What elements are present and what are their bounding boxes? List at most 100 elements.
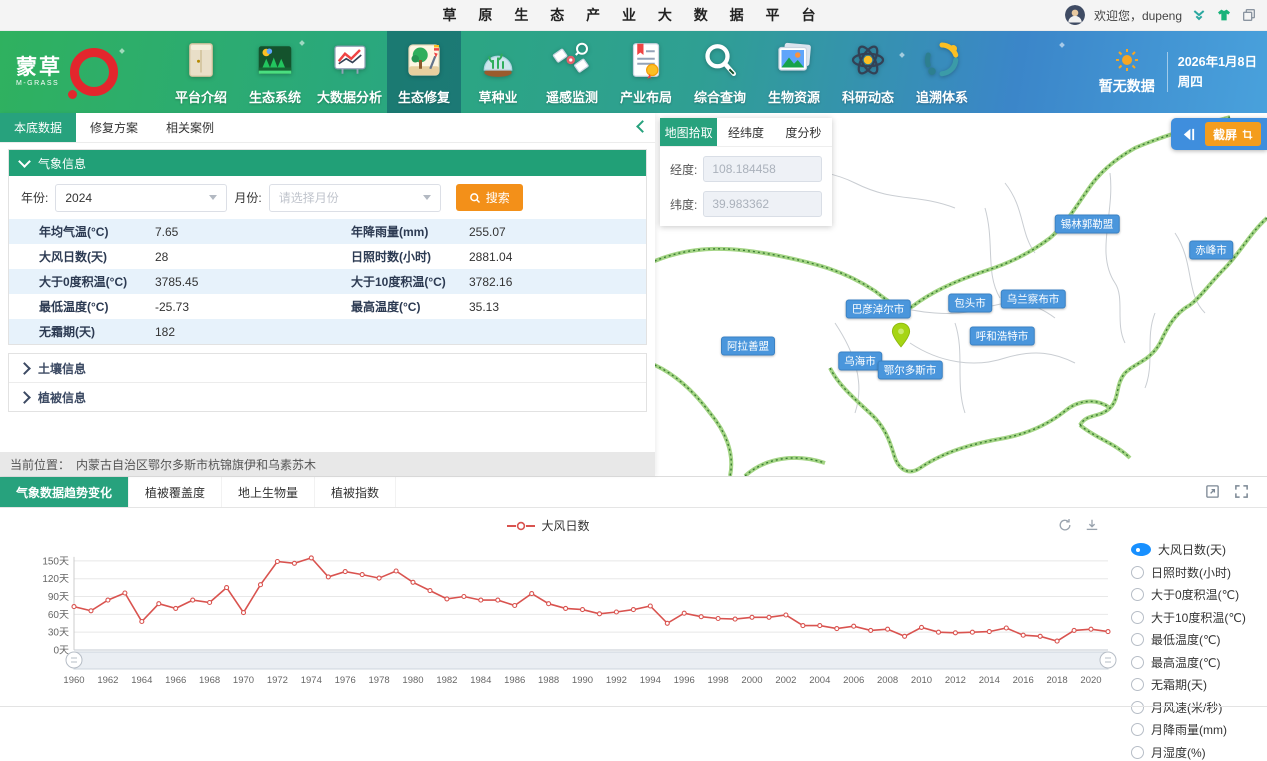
nav-item-10[interactable]: 科研动态 [831,31,905,113]
map-pin-icon[interactable] [891,322,911,348]
chart-tab-4[interactable]: 植被指数 [315,477,396,507]
map-city-label[interactable]: 阿拉善盟 [721,337,775,356]
weather-info-header[interactable]: 气象信息 [9,150,646,176]
svg-text:2014: 2014 [979,675,1000,686]
map-city-label[interactable]: 巴彦淖尔市 [846,300,911,319]
page-title: 草 原 生 态 产 业 大 数 据 平 台 [443,5,825,25]
chart-tab-3[interactable]: 地上生物量 [222,477,315,507]
nav-item-1[interactable]: 平台介绍 [164,31,238,113]
map-city-label[interactable]: 呼和浩特市 [970,327,1035,346]
svg-text:2016: 2016 [1013,675,1034,686]
stat-value: 255.07 [469,225,646,239]
metric-radio-5[interactable]: 最低温度(℃) [1131,631,1263,648]
year-select[interactable]: 2024 [55,184,227,212]
svg-text:2018: 2018 [1047,675,1068,686]
svg-text:1990: 1990 [572,675,593,686]
map-city-label[interactable]: 包头市 [948,294,992,313]
sun-icon [1115,48,1139,72]
open-window-icon[interactable] [1205,484,1220,499]
metric-radio-4[interactable]: 大于10度积温(℃) [1131,609,1263,626]
stat-label: 大风日数(天) [39,248,155,265]
nav-item-label: 生态修复 [398,87,450,106]
window-restore-icon[interactable] [1241,7,1257,23]
month-select[interactable]: 请选择月份 [269,184,441,212]
nav-item-label: 产业布局 [620,87,672,106]
nav-item-8[interactable]: 综合查询 [683,31,757,113]
metric-radio-2[interactable]: 日照时数(小时) [1131,564,1263,581]
map-city-label[interactable]: 锡林郭勒盟 [1055,215,1120,234]
chart-legend[interactable]: 大风日数 [0,517,1097,534]
metric-radio-10[interactable]: 月湿度(%) [1131,744,1263,761]
picker-tab-2[interactable]: 经纬度 [717,118,774,146]
nav-item-label: 生态系统 [249,87,301,106]
metric-radio-7[interactable]: 无霜期(天) [1131,676,1263,693]
vegetation-info-header[interactable]: 植被信息 [9,382,646,411]
nav-item-11[interactable]: 追溯体系 [905,31,979,113]
map-area[interactable]: 锡林郭勒盟赤峰市乌兰察布市包头市呼和浩特市 巴彦淖尔市阿拉善盟乌海市鄂尔多斯市 地… [655,113,1267,476]
stat-row: 最低温度(°C)-25.73最高温度(°C)35.13 [9,294,646,319]
longitude-field[interactable]: 108.184458 [703,156,822,182]
nav-item-3[interactable]: 大数据分析 [312,31,387,113]
nav-item-4[interactable]: 生态修复 [387,31,461,113]
map-city-label[interactable]: 鄂尔多斯市 [878,361,943,380]
trend-line-chart[interactable]: 0天30天60天90天120天150天196019621964196619681… [26,538,1118,710]
top-bar: 草 原 生 态 产 业 大 数 据 平 台 欢迎您，dupeng [0,0,1267,31]
nav-item-7[interactable]: 产业布局 [609,31,683,113]
metric-radio-6[interactable]: 最高温度(℃) [1131,654,1263,671]
nav-item-6[interactable]: 遥感监测 [535,31,609,113]
collapse-left-icon[interactable] [1181,127,1196,142]
nav-item-5[interactable]: 草种业 [461,31,535,113]
soil-info-header[interactable]: 土壤信息 [9,354,646,382]
weather-info-card: 气象信息 年份: 2024 月份: 请选择月份 搜索 年均气温(°C)7.65年 [8,149,647,345]
svg-text:1976: 1976 [335,675,356,686]
picker-tab-1[interactable]: 地图拾取 [660,118,717,146]
picker-tab-3[interactable]: 度分秒 [775,118,832,146]
weekday-text: 周四 [1178,72,1257,92]
logo-sub: M-GRASS [16,80,62,87]
svg-text:2010: 2010 [911,675,932,686]
metric-radio-3[interactable]: 大于0度积温(℃) [1131,586,1263,603]
radio-icon [1131,633,1144,646]
left-panel-tabs: 本底数据修复方案相关案例 [0,113,655,143]
stat-row: 大风日数(天)28日照时数(小时)2881.04 [9,244,646,269]
screenshot-label: 截屏 [1213,126,1237,143]
left-tab-2[interactable]: 修复方案 [76,113,152,142]
stat-label: 最高温度(°C) [351,298,469,315]
nav-item-2[interactable]: 生态系统 [238,31,312,113]
avatar[interactable] [1065,5,1085,25]
left-tab-1[interactable]: 本底数据 [0,113,76,142]
coordinate-picker-panel: 地图拾取经纬度度分秒 经度: 108.184458 纬度: 39.983362 [660,118,832,226]
stat-value: 2881.04 [469,250,646,264]
nav-item-9[interactable]: 生物资源 [757,31,831,113]
trend-chart-area: 大风日数 0天30天60天90天120天150天1960196219641966… [0,508,1267,715]
picker-tabs: 地图拾取经纬度度分秒 [660,118,832,147]
map-city-label[interactable]: 乌海市 [838,352,882,371]
tshirt-icon[interactable] [1216,7,1232,23]
left-tab-3[interactable]: 相关案例 [152,113,228,142]
svg-text:2020: 2020 [1080,675,1101,686]
fullscreen-icon[interactable] [1234,484,1249,499]
year-label: 年份: [21,189,48,206]
search-button[interactable]: 搜索 [456,184,523,211]
metric-radio-9[interactable]: 月降雨量(mm) [1131,721,1263,738]
latitude-field[interactable]: 39.983362 [703,191,822,217]
brand-logo[interactable]: 蒙草 M-GRASS [0,31,164,113]
location-value: 内蒙古自治区鄂尔多斯市杭锦旗伊和乌素苏木 [76,456,316,473]
radio-label: 大风日数(天) [1158,541,1226,558]
nav-right: 暂无数据 2026年1月8日 周四 [1099,31,1267,113]
panel-collapse-icon[interactable] [638,120,647,134]
map-city-label[interactable]: 乌兰察布市 [1001,290,1066,309]
radio-label: 最低温度(℃) [1151,631,1220,648]
chart-tab-1[interactable]: 气象数据趋势变化 [0,477,129,507]
radio-icon [1131,701,1144,714]
refresh-icon[interactable] [1058,518,1072,532]
nav-item-label: 综合查询 [694,87,746,106]
screenshot-button[interactable]: 截屏 [1205,122,1261,146]
map-city-label[interactable]: 赤峰市 [1189,241,1233,260]
metric-radio-1[interactable]: 大风日数(天) [1131,541,1263,558]
download-icon[interactable] [1085,518,1099,532]
restoration-icon [404,40,444,80]
chart-tab-2[interactable]: 植被覆盖度 [129,477,222,507]
chevrons-down-icon[interactable] [1191,7,1207,23]
logo-ring-icon [70,48,118,96]
